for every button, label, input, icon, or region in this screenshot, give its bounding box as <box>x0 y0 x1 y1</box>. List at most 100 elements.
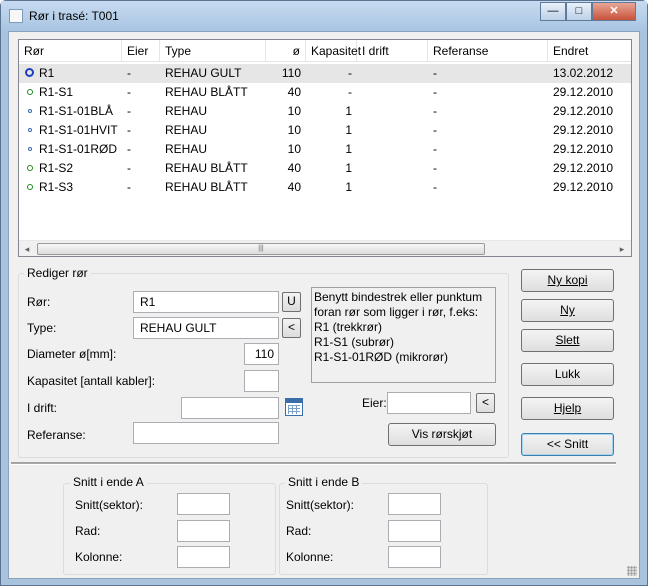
cell-kapasitet: 1 <box>345 161 352 175</box>
snitt-a-kolonne-input[interactable] <box>177 546 230 568</box>
table-row[interactable]: R1-S3 - REHAU BLÅTT 40 1 - 29.12.2010 <box>19 178 631 197</box>
cell-endret: 13.02.2012 <box>553 66 614 80</box>
col-header-type[interactable]: Type <box>160 40 266 62</box>
close-button[interactable]: ✕ <box>592 2 636 21</box>
cell-kapasitet: - <box>348 85 352 99</box>
idrift-label: I drift: <box>27 401 58 415</box>
table-row[interactable]: R1-S2 - REHAU BLÅTT 40 1 - 29.12.2010 <box>19 159 631 178</box>
cell-ror: R1-S1 <box>39 85 74 99</box>
cell-endret: 29.12.2010 <box>553 161 614 175</box>
scroll-thumb[interactable]: ||| <box>37 243 485 255</box>
info-line: Benytt bindestrek eller punktum <box>314 290 483 304</box>
snitt-a-kolonne-label: Kolonne: <box>75 550 123 564</box>
referanse-label: Referanse: <box>27 428 86 442</box>
cell-type: REHAU BLÅTT <box>165 161 248 175</box>
cell-ror: R1-S1-01HVIT <box>39 123 118 137</box>
eier-picker-button[interactable]: < <box>476 393 495 413</box>
cell-eier: - <box>127 161 131 175</box>
diameter-label: Diameter ø[mm]: <box>27 347 117 361</box>
cell-ror: R1 <box>39 66 55 80</box>
cell-idrift <box>357 178 428 197</box>
cell-diameter: 40 <box>287 85 301 99</box>
snitt-b-kolonne-label: Kolonne: <box>286 550 334 564</box>
cell-endret: 29.12.2010 <box>553 142 614 156</box>
cell-diameter: 10 <box>287 104 301 118</box>
snitt-b-kolonne-input[interactable] <box>388 546 441 568</box>
cell-type: REHAU BLÅTT <box>165 85 248 99</box>
col-header-eier[interactable]: Eier <box>122 40 160 62</box>
referanse-input[interactable] <box>133 422 279 444</box>
table-row[interactable]: R1-S1-01BLÅ - REHAU 10 1-29.12.2010 <box>19 102 631 121</box>
snitt-a-sektor-label: Snitt(sektor): <box>75 498 144 512</box>
uppercase-button[interactable]: U <box>282 292 301 312</box>
table-row[interactable]: R1-S1-01HVIT - REHAU 10 1-29.12.2010 <box>19 121 631 140</box>
cell-type: REHAU BLÅTT <box>165 180 248 194</box>
info-line: foran rør som ligger i rør, f.eks: <box>314 305 479 319</box>
table-row[interactable]: R1 - REHAU GULT 110 - - 13.02.2012 <box>19 64 631 83</box>
list-header: Rør Eier Type ø Kapasitet I drift Refera… <box>19 40 631 62</box>
cell-idrift <box>357 102 428 121</box>
client-area: Rør Eier Type ø Kapasitet I drift Refera… <box>8 31 640 579</box>
table-row[interactable]: R1-S1 - REHAU BLÅTT 40 - - 29.12.2010 <box>19 83 631 102</box>
snitt-b-legend: Snitt i ende B <box>285 475 363 489</box>
col-header-diameter[interactable]: ø <box>266 40 306 62</box>
lukk-button[interactable]: Lukk <box>521 363 614 386</box>
cell-ror: R1-S2 <box>39 161 74 175</box>
idrift-input[interactable] <box>181 397 279 419</box>
snitt-a-rad-input[interactable] <box>177 520 230 542</box>
col-header-ror[interactable]: Rør <box>19 40 122 62</box>
type-label: Type: <box>27 321 57 335</box>
snitt-toggle-button[interactable]: << Snitt <box>521 433 614 456</box>
resize-grip-icon[interactable] <box>627 566 637 576</box>
table-row[interactable]: R1-S1-01RØD - REHAU 10 1-29.12.2010 <box>19 140 631 159</box>
eier-label: Eier: <box>362 396 387 410</box>
dialog-window: Rør i trasé: T001 — □ ✕ Rør Eier Type ø … <box>0 0 648 586</box>
col-header-endret[interactable]: Endret <box>548 40 631 62</box>
calendar-icon[interactable] <box>285 398 303 416</box>
scroll-right-icon[interactable]: ▸ <box>617 243 627 255</box>
cell-eier: - <box>127 123 131 137</box>
cell-kapasitet: 1 <box>345 123 352 137</box>
vis-rorskjot-button[interactable]: Vis rørskjøt <box>388 423 496 446</box>
hjelp-button[interactable]: Hjelp <box>521 397 614 420</box>
ny-kopi-button[interactable]: Ny kopi <box>521 269 614 292</box>
snitt-b-sektor-input[interactable] <box>388 493 441 515</box>
minimize-button[interactable]: — <box>540 2 566 21</box>
cell-endret: 29.12.2010 <box>553 123 614 137</box>
cell-referanse: - <box>433 104 437 118</box>
eier-input[interactable] <box>387 392 471 414</box>
cell-idrift <box>357 140 428 159</box>
pipe-list[interactable]: Rør Eier Type ø Kapasitet I drift Refera… <box>18 39 632 257</box>
cell-kapasitet: 1 <box>345 180 352 194</box>
cell-referanse: - <box>433 142 437 156</box>
snitt-b-sektor-label: Snitt(sektor): <box>286 498 355 512</box>
ny-button[interactable]: Ny <box>521 299 614 322</box>
ny-kopi-label: Ny kopi <box>547 273 588 287</box>
title-bar: Rør i trasé: T001 — □ ✕ <box>1 1 647 31</box>
info-line: R1 (trekkrør) <box>314 320 382 334</box>
snitt-b-rad-input[interactable] <box>388 520 441 542</box>
edit-group-legend: Rediger rør <box>24 266 91 280</box>
scroll-left-icon[interactable]: ◂ <box>22 243 32 255</box>
col-header-kapasitet[interactable]: Kapasitet <box>306 40 361 62</box>
diameter-input[interactable]: 110 <box>244 343 279 365</box>
cell-idrift <box>357 83 428 102</box>
cell-type: REHAU <box>165 104 208 118</box>
col-header-referanse[interactable]: Referanse <box>428 40 548 62</box>
kapasitet-input[interactable] <box>244 370 279 392</box>
ror-input[interactable]: R1 <box>133 291 279 313</box>
snitt-a-sektor-input[interactable] <box>177 493 230 515</box>
cell-referanse: - <box>433 66 437 80</box>
window-title: Rør i trasé: T001 <box>29 9 119 23</box>
horizontal-scrollbar[interactable]: ◂ ||| ▸ <box>19 240 631 256</box>
maximize-button[interactable]: □ <box>566 2 592 21</box>
col-header-idrift[interactable]: I drift <box>357 40 428 62</box>
kapasitet-label: Kapasitet [antall kabler]: <box>27 374 156 388</box>
cell-type: REHAU <box>165 142 208 156</box>
slett-button[interactable]: Slett <box>521 329 614 352</box>
cell-idrift <box>357 64 428 83</box>
type-input[interactable]: REHAU GULT <box>133 317 279 339</box>
ror-label: Rør: <box>27 295 51 309</box>
cell-kapasitet: 1 <box>345 104 352 118</box>
type-picker-button[interactable]: < <box>282 318 301 338</box>
